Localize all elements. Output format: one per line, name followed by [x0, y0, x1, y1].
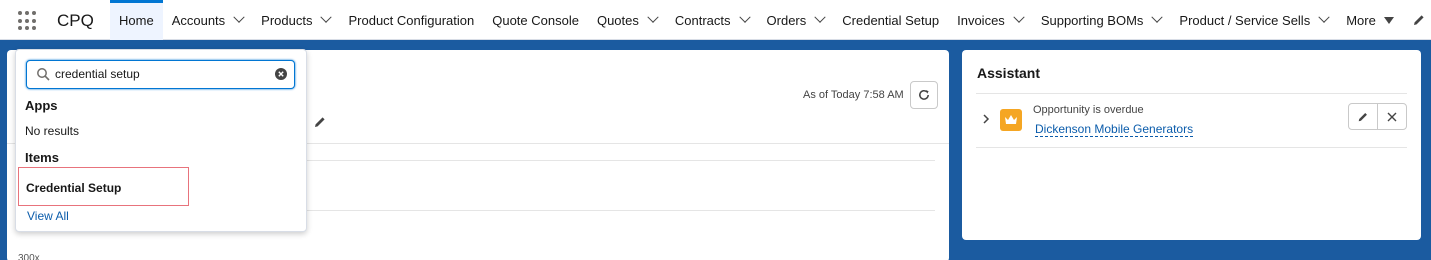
divider	[976, 147, 1407, 148]
chevron-down-icon[interactable]	[738, 11, 751, 23]
tab-label: Quote Console	[492, 12, 579, 28]
tab-label: Home	[119, 12, 154, 28]
search-icon	[37, 68, 50, 81]
global-nav-bar: CPQ Home Accounts Products Product Configur…	[0, 0, 1431, 40]
tab-credential-setup[interactable]: Credential Setup	[833, 0, 948, 40]
tab-label: Products	[261, 12, 313, 28]
pencil-icon	[1358, 112, 1368, 121]
tab-home[interactable]: Home	[110, 0, 163, 40]
search-input[interactable]	[55, 64, 265, 84]
tab-label: Supporting BOMs	[1040, 12, 1144, 28]
tab-quotes[interactable]: Quotes	[588, 0, 666, 40]
apps-no-results: No results	[25, 124, 80, 138]
tab-label: Product Configuration	[348, 12, 475, 28]
close-icon	[1387, 112, 1397, 121]
chevron-down-icon[interactable]	[233, 11, 245, 23]
apps-section-heading: Apps	[25, 98, 58, 113]
tab-supporting-boms[interactable]: Supporting BOMs	[1032, 0, 1171, 40]
chevron-right-icon[interactable]	[981, 114, 991, 124]
tab-label: Quotes	[596, 12, 639, 28]
insight-actions	[1348, 103, 1407, 130]
refresh-icon	[919, 89, 929, 100]
tab-label: More	[1346, 12, 1376, 28]
tab-orders[interactable]: Orders	[758, 0, 834, 40]
as-of-timestamp: As of Today 7:58 AM	[803, 89, 904, 101]
insight-type: Opportunity is overdue	[1033, 104, 1144, 116]
insight-record-link[interactable]: Dickenson Mobile Generators	[1035, 122, 1194, 137]
tab-contracts[interactable]: Contracts	[666, 0, 758, 40]
tab-label: Orders	[766, 12, 807, 28]
tab-product-service-sells[interactable]: Product / Service Sells	[1170, 0, 1337, 40]
assistant-title: Assistant	[977, 65, 1041, 81]
chevron-down-icon[interactable]	[814, 11, 826, 23]
refresh-button[interactable]	[910, 81, 938, 109]
edit-nav-icon[interactable]	[1412, 13, 1426, 27]
chevron-down-icon[interactable]	[320, 11, 333, 23]
tab-accounts[interactable]: Accounts	[163, 0, 252, 40]
tab-more[interactable]: More	[1337, 0, 1403, 40]
tab-quote-console[interactable]: Quote Console	[483, 0, 588, 40]
nav-tabs: Home Accounts Products Product Configuratio…	[110, 0, 1403, 40]
tab-label: Credential Setup	[842, 12, 940, 28]
search-result-label[interactable]: Credential Setup	[26, 181, 121, 195]
partial-content-text: 300x	[18, 253, 40, 260]
tab-label: Accounts	[171, 12, 226, 28]
dismiss-insight-button[interactable]	[1377, 104, 1406, 129]
chevron-down-icon[interactable]	[1318, 11, 1330, 23]
tab-product-configuration[interactable]: Product Configuration	[339, 0, 483, 40]
chevron-down-icon[interactable]	[1013, 11, 1025, 23]
caret-down-icon[interactable]	[1383, 16, 1394, 24]
view-all-link[interactable]: View All	[27, 209, 69, 223]
items-section-heading: Items	[25, 150, 59, 165]
chevron-down-icon[interactable]	[647, 11, 659, 23]
edit-icon[interactable]	[313, 115, 327, 129]
edit-insight-button[interactable]	[1349, 104, 1377, 129]
app-launcher-icon[interactable]	[18, 11, 38, 31]
divider	[300, 160, 935, 161]
tab-label: Invoices	[957, 12, 1005, 28]
crown-icon	[1000, 109, 1022, 131]
clear-icon[interactable]	[275, 68, 287, 80]
tab-label: Product / Service Sells	[1179, 12, 1311, 28]
divider	[300, 210, 935, 211]
app-name: CPQ	[57, 11, 94, 30]
tab-label: Contracts	[674, 12, 731, 28]
tab-products[interactable]: Products	[252, 0, 339, 40]
chevron-down-icon[interactable]	[1151, 11, 1164, 23]
tab-invoices[interactable]: Invoices	[948, 0, 1032, 40]
divider	[976, 93, 1407, 94]
